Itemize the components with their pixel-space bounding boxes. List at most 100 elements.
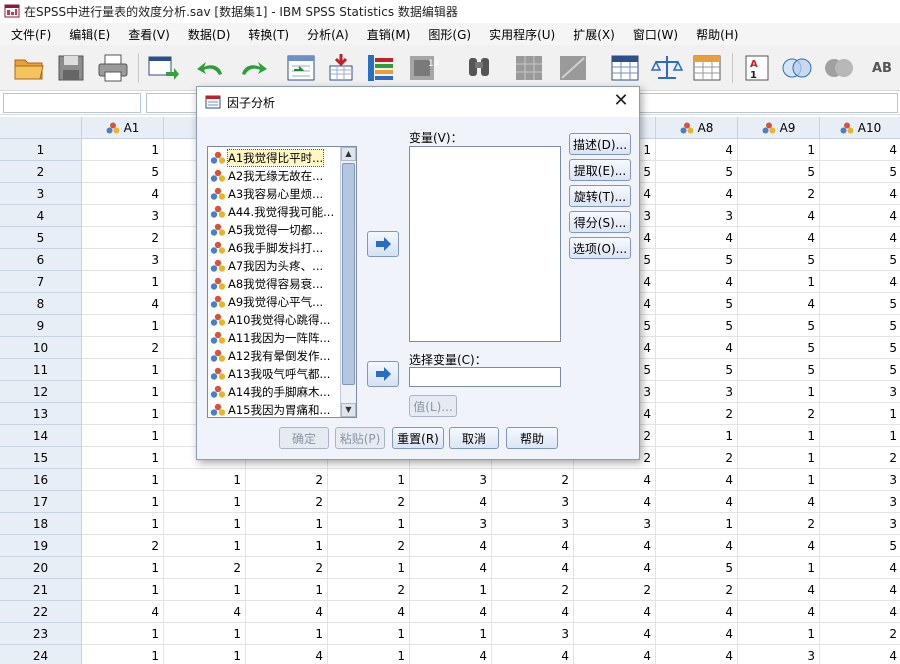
- column-header[interactable]: A1: [82, 117, 164, 139]
- cell-name-field[interactable]: [3, 93, 141, 113]
- grid-cell[interactable]: 5: [738, 161, 820, 183]
- grid-cell[interactable]: 4: [820, 271, 900, 293]
- scrollbar-thumb[interactable]: [342, 163, 355, 385]
- goto-case-icon[interactable]: [284, 52, 318, 84]
- grid-cell[interactable]: 1: [164, 469, 246, 491]
- grid-cell[interactable]: 4: [656, 623, 738, 645]
- grid-cell[interactable]: 4: [164, 601, 246, 623]
- target-variables-list[interactable]: [409, 146, 561, 342]
- variable-list-item[interactable]: A13我吸气呼气都...: [210, 365, 341, 383]
- ok-button[interactable]: 确定: [279, 427, 329, 449]
- variable-list-item[interactable]: A9我觉得心平气...: [210, 293, 341, 311]
- variable-list-item[interactable]: A14我的手脚麻木...: [210, 383, 341, 401]
- reset-button[interactable]: 重置(R): [392, 427, 444, 449]
- grid-cell[interactable]: 4: [574, 601, 656, 623]
- move-to-selection-button[interactable]: [367, 361, 399, 387]
- grid-cell[interactable]: 4: [574, 645, 656, 664]
- grid-cell[interactable]: 2: [492, 579, 574, 601]
- value-button[interactable]: 值(L)...: [409, 395, 457, 417]
- grid-cell[interactable]: 4: [82, 183, 164, 205]
- grid-cell[interactable]: 5: [656, 315, 738, 337]
- grid-cell[interactable]: 2: [246, 491, 328, 513]
- grid-cell[interactable]: 1: [82, 139, 164, 161]
- row-number[interactable]: 21: [0, 579, 82, 601]
- use-variable-sets-icon[interactable]: [780, 52, 814, 84]
- insert-cases-icon[interactable]: [512, 52, 546, 84]
- menu-file[interactable]: 文件(F): [2, 26, 60, 43]
- menu-transform[interactable]: 转换(T): [239, 26, 298, 43]
- grid-cell[interactable]: 1: [738, 139, 820, 161]
- grid-cell[interactable]: 4: [656, 139, 738, 161]
- grid-cell[interactable]: 4: [738, 579, 820, 601]
- grid-cell[interactable]: 1: [246, 623, 328, 645]
- grid-cell[interactable]: 2: [820, 447, 900, 469]
- column-header[interactable]: A10: [820, 117, 900, 139]
- grid-cell[interactable]: 4: [738, 535, 820, 557]
- grid-cell[interactable]: 4: [82, 601, 164, 623]
- scores-button[interactable]: 得分(S)...: [569, 211, 631, 233]
- grid-cell[interactable]: 4: [82, 293, 164, 315]
- grid-cell[interactable]: 1: [738, 557, 820, 579]
- menu-view[interactable]: 查看(V): [119, 26, 179, 43]
- grid-cell[interactable]: 4: [820, 183, 900, 205]
- row-number[interactable]: 12: [0, 381, 82, 403]
- insert-variable-icon[interactable]: [556, 52, 590, 84]
- grid-cell[interactable]: 2: [656, 447, 738, 469]
- descriptives-button[interactable]: 描述(D)...: [569, 133, 631, 155]
- grid-cell[interactable]: 4: [492, 535, 574, 557]
- goto-variable-icon[interactable]: [324, 52, 358, 84]
- variable-list-item[interactable]: A1我觉得比平时...: [210, 149, 341, 167]
- grid-cell[interactable]: 5: [820, 161, 900, 183]
- menu-window[interactable]: 窗口(W): [624, 26, 687, 43]
- grid-cell[interactable]: 4: [820, 557, 900, 579]
- grid-cell[interactable]: 1: [656, 425, 738, 447]
- grid-cell[interactable]: 1: [738, 469, 820, 491]
- variable-list-item[interactable]: A44.我觉得我可能...: [210, 203, 341, 221]
- print-icon[interactable]: [96, 52, 130, 84]
- grid-cell[interactable]: 4: [656, 337, 738, 359]
- show-all-variables-icon[interactable]: [822, 52, 856, 84]
- grid-cell[interactable]: 4: [246, 645, 328, 664]
- extraction-button[interactable]: 提取(E)...: [569, 159, 631, 181]
- grid-cell[interactable]: 1: [82, 381, 164, 403]
- grid-cell[interactable]: 1: [164, 645, 246, 664]
- grid-cell[interactable]: 4: [328, 601, 410, 623]
- row-number[interactable]: 22: [0, 601, 82, 623]
- grid-cell[interactable]: 1: [164, 491, 246, 513]
- grid-cell[interactable]: 5: [820, 293, 900, 315]
- grid-cell[interactable]: 4: [574, 557, 656, 579]
- value-labels-icon[interactable]: A1: [740, 52, 774, 84]
- row-number[interactable]: 10: [0, 337, 82, 359]
- grid-cell[interactable]: 1: [410, 623, 492, 645]
- grid-cell[interactable]: 4: [410, 491, 492, 513]
- grid-cell[interactable]: 4: [738, 293, 820, 315]
- grid-cell[interactable]: 4: [738, 205, 820, 227]
- grid-cell[interactable]: 5: [820, 535, 900, 557]
- grid-cell[interactable]: 1: [328, 469, 410, 491]
- grid-cell[interactable]: 4: [574, 469, 656, 491]
- variable-list-item[interactable]: A5我觉得一切都...: [210, 221, 341, 239]
- menu-graphs[interactable]: 图形(G): [419, 26, 480, 43]
- variable-list-item[interactable]: A11我因为一阵阵...: [210, 329, 341, 347]
- grid-cell[interactable]: 2: [492, 469, 574, 491]
- grid-cell[interactable]: 2: [82, 535, 164, 557]
- grid-cell[interactable]: 1: [328, 623, 410, 645]
- variables-icon[interactable]: [364, 52, 398, 84]
- menu-edit[interactable]: 编辑(E): [60, 26, 119, 43]
- row-number[interactable]: 23: [0, 623, 82, 645]
- row-number[interactable]: 4: [0, 205, 82, 227]
- find-icon[interactable]: [462, 52, 496, 84]
- grid-cell[interactable]: 4: [492, 601, 574, 623]
- menu-data[interactable]: 数据(D): [179, 26, 240, 43]
- grid-cell[interactable]: 4: [410, 557, 492, 579]
- grid-cell[interactable]: 3: [574, 513, 656, 535]
- row-number[interactable]: 9: [0, 315, 82, 337]
- move-to-variables-button[interactable]: [367, 231, 399, 257]
- grid-cell[interactable]: 2: [82, 227, 164, 249]
- row-number[interactable]: 5: [0, 227, 82, 249]
- column-header[interactable]: A9: [738, 117, 820, 139]
- rotation-button[interactable]: 旋转(T)...: [569, 185, 631, 207]
- grid-cell[interactable]: 1: [656, 513, 738, 535]
- grid-cell[interactable]: 4: [738, 227, 820, 249]
- grid-cell[interactable]: 1: [410, 579, 492, 601]
